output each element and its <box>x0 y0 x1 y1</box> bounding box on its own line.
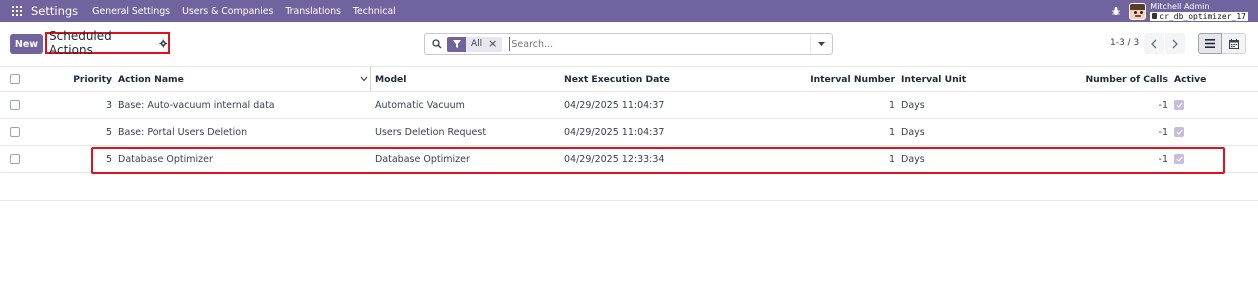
col-interval-number[interactable]: Interval Number <box>780 67 895 91</box>
table-row[interactable]: 5 Base: Portal Users Deletion Users Dele… <box>0 119 1258 146</box>
cell-number-of-calls: -1 <box>1158 126 1168 138</box>
database-icon <box>1152 13 1158 19</box>
navbar-user-area: Mitchell Admin cr_db_optimizer_17 <box>1111 0 1248 22</box>
row-select-cell <box>10 92 20 118</box>
row-checkbox[interactable] <box>10 100 20 110</box>
cell-action-name: Database Optimizer <box>118 153 213 165</box>
cell-next-execution-date: 04/29/2025 11:04:37 <box>564 99 665 111</box>
chevron-left-icon <box>1151 39 1157 48</box>
cell-number-of-calls: -1 <box>1158 153 1168 165</box>
cell-model: Automatic Vacuum <box>375 99 465 111</box>
chevron-down-icon[interactable] <box>360 76 368 82</box>
cell-number-of-calls: -1 <box>1158 99 1168 111</box>
active-checkbox[interactable] <box>1174 100 1184 110</box>
cell-model: Database Optimizer <box>375 153 470 165</box>
facet-close-icon[interactable]: × <box>488 38 497 49</box>
table-row[interactable]: 3 Base: Auto-vacuum internal data Automa… <box>0 92 1258 119</box>
cell-model: Users Deletion Request <box>375 126 487 138</box>
table-row[interactable]: 5 Database Optimizer Database Optimizer … <box>0 146 1258 173</box>
nav-item-general-settings[interactable]: General Settings <box>92 6 170 17</box>
top-navbar: Settings General Settings Users & Compan… <box>0 0 1258 22</box>
active-checkbox[interactable] <box>1174 127 1184 137</box>
row-checkbox[interactable] <box>10 127 20 137</box>
row-select-cell <box>10 119 20 145</box>
list-view-icon <box>1205 39 1215 48</box>
cell-next-execution-date: 04/29/2025 11:04:37 <box>564 126 665 138</box>
col-action-name[interactable]: Action Name <box>118 67 184 91</box>
search-bar: All × <box>424 33 833 55</box>
table-footer-divider <box>0 200 1258 201</box>
cell-interval-unit: Days <box>901 153 925 165</box>
search-facet: All × <box>447 36 503 52</box>
col-interval-unit[interactable]: Interval Unit <box>901 67 966 91</box>
table-header: Priority Action Name Model Next Executio… <box>0 66 1258 92</box>
col-model[interactable]: Model <box>375 67 406 91</box>
col-next-execution-date[interactable]: Next Execution Date <box>564 67 670 91</box>
pager-previous-button[interactable] <box>1144 33 1164 54</box>
col-priority[interactable]: Priority <box>60 67 112 91</box>
cell-interval-number: 1 <box>888 99 895 111</box>
cell-interval-unit: Days <box>901 126 925 138</box>
filter-icon <box>447 36 466 52</box>
search-icon[interactable] <box>432 39 442 49</box>
breadcrumb: Scheduled Actions <box>45 29 170 57</box>
cell-active <box>1174 119 1184 145</box>
cell-active <box>1174 146 1184 172</box>
calendar-view-button[interactable] <box>1222 33 1246 54</box>
checkmark-icon <box>1175 102 1183 108</box>
nav-item-users-companies[interactable]: Users & Companies <box>182 6 273 17</box>
search-options-toggle[interactable] <box>810 34 832 54</box>
cell-priority: 3 <box>105 99 112 111</box>
list-view-button[interactable] <box>1198 33 1222 54</box>
cell-interval-number: 1 <box>888 126 895 138</box>
cell-priority: 5 <box>105 126 112 138</box>
cell-active <box>1174 92 1184 118</box>
pager-next-button[interactable] <box>1165 33 1185 54</box>
user-name: Mitchell Admin <box>1150 1 1210 11</box>
col-number-of-calls[interactable]: Number of Calls <box>1060 67 1168 91</box>
cell-next-execution-date: 04/29/2025 12:33:34 <box>564 153 665 165</box>
page-title: Scheduled Actions <box>49 29 112 57</box>
cell-priority: 5 <box>105 153 112 165</box>
row-select-cell <box>10 146 20 172</box>
search-input[interactable] <box>509 37 810 51</box>
checkmark-icon <box>1175 129 1183 135</box>
col-active[interactable]: Active <box>1174 67 1206 91</box>
facet-label: All <box>471 39 483 49</box>
debug-bug-icon[interactable] <box>1111 6 1121 16</box>
nav-menu: General Settings Users & Companies Trans… <box>92 6 407 17</box>
nav-item-translations[interactable]: Translations <box>285 6 341 17</box>
checkmark-icon <box>1175 156 1183 162</box>
database-name: cr_db_optimizer_17 <box>1150 11 1248 21</box>
cell-action-name: Base: Auto-vacuum internal data <box>118 99 275 111</box>
user-info[interactable]: Mitchell Admin cr_db_optimizer_17 <box>1150 2 1248 21</box>
scheduled-actions-table: Priority Action Name Model Next Executio… <box>0 66 1258 173</box>
cell-interval-number: 1 <box>888 153 895 165</box>
pager-value[interactable]: 1-3 / 3 <box>1110 38 1139 48</box>
cell-action-name: Base: Portal Users Deletion <box>118 126 248 138</box>
nav-item-technical[interactable]: Technical <box>353 6 396 17</box>
chevron-right-icon <box>1172 39 1178 48</box>
column-resize-handle[interactable] <box>370 67 371 91</box>
database-name-text: cr_db_optimizer_17 <box>1159 11 1246 21</box>
cell-interval-unit: Days <box>901 99 925 111</box>
new-button[interactable]: New <box>10 34 43 54</box>
gear-icon[interactable] <box>159 39 168 48</box>
select-all-checkbox[interactable] <box>10 74 20 84</box>
app-title[interactable]: Settings <box>31 4 78 18</box>
user-avatar[interactable] <box>1129 2 1147 20</box>
row-checkbox[interactable] <box>10 154 20 164</box>
caret-down-icon <box>818 41 825 46</box>
calendar-icon <box>1228 38 1239 49</box>
apps-menu-icon[interactable] <box>12 6 22 16</box>
active-checkbox[interactable] <box>1174 154 1184 164</box>
select-all-cell <box>10 67 20 91</box>
